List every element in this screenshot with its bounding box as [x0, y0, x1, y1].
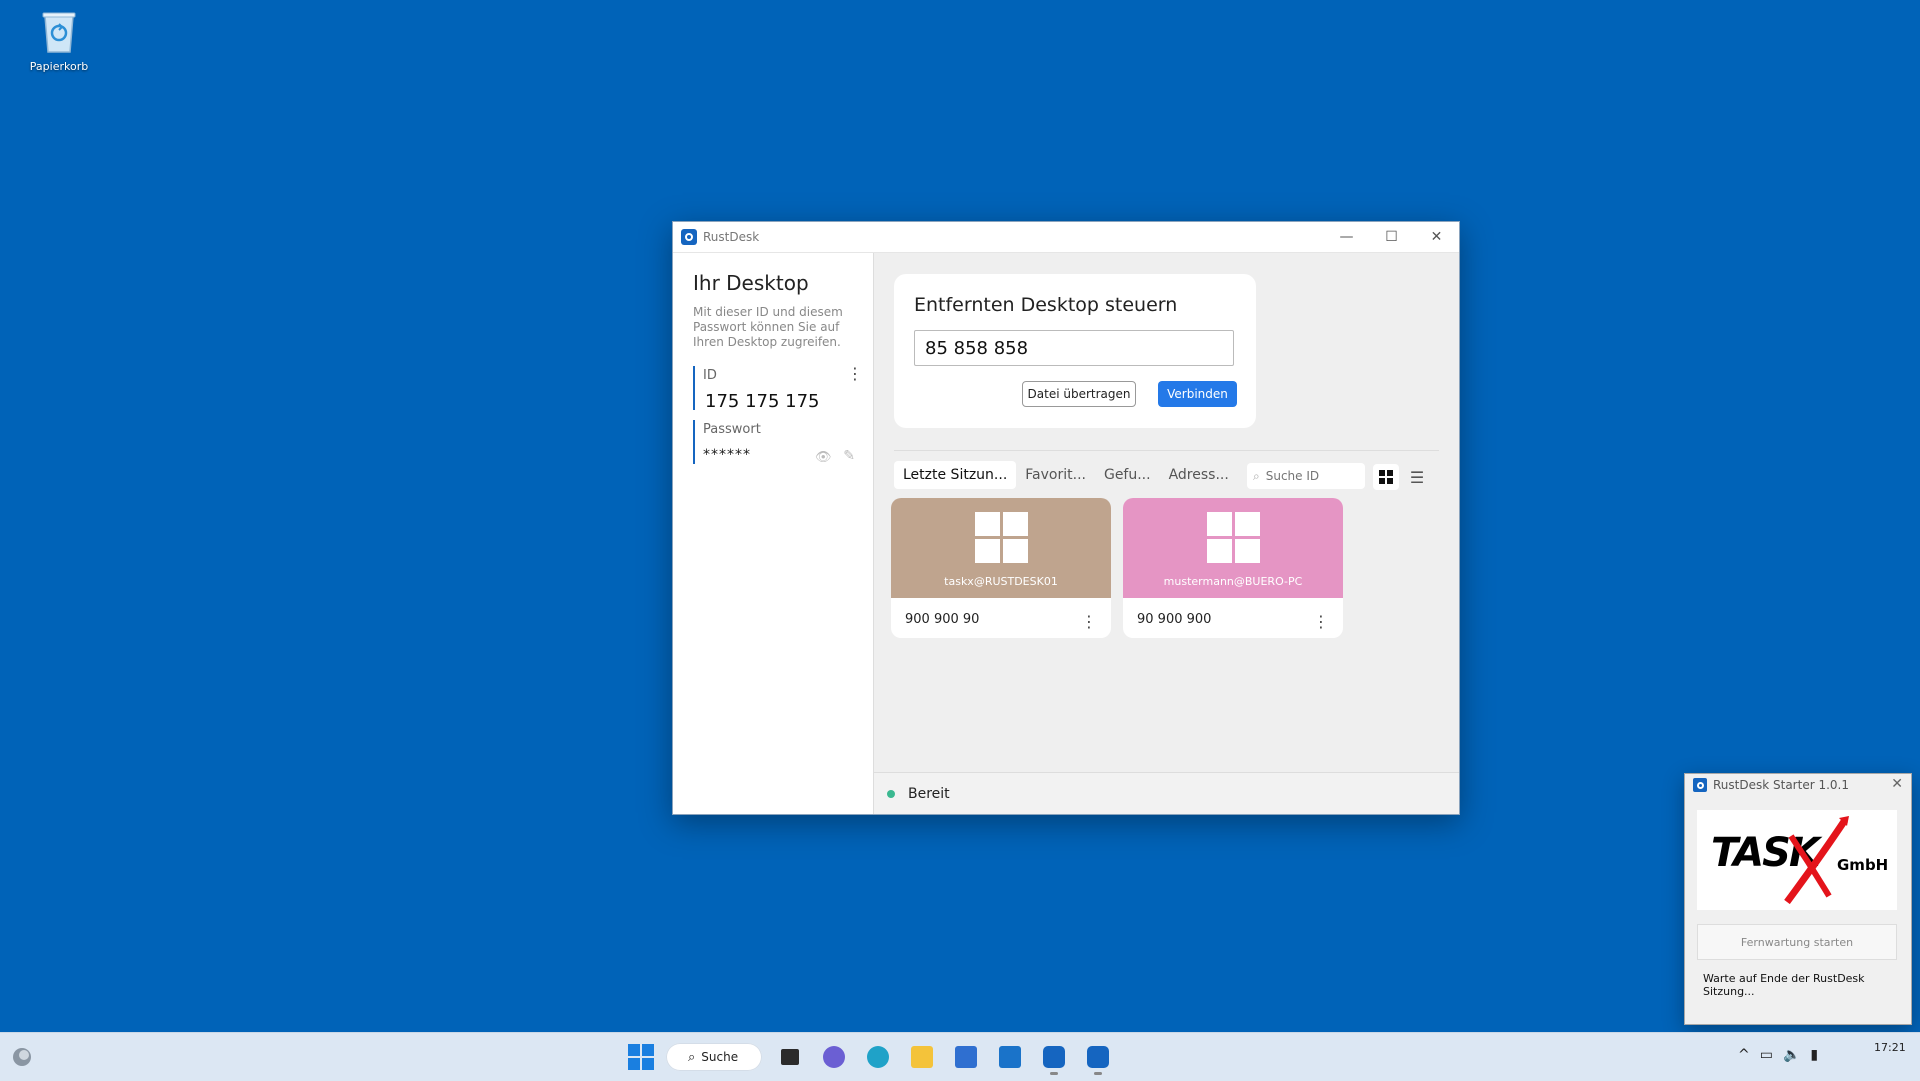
connect-card: Entfernten Desktop steuern Datei übertra…	[894, 274, 1256, 428]
taskbar-search[interactable]: ⌕ Suche	[666, 1043, 762, 1071]
window-title: RustDesk	[703, 230, 760, 244]
starter-close-button[interactable]: ✕	[1891, 776, 1903, 792]
peer-user: mustermann@BUERO-PC	[1163, 575, 1303, 588]
taskbar-center: ⌕ Suche	[628, 1041, 1114, 1075]
rustdesk-starter-taskbar-icon[interactable]	[1082, 1041, 1114, 1075]
file-transfer-button[interactable]: Datei übertragen	[1022, 381, 1136, 407]
connect-button[interactable]: Verbinden	[1158, 381, 1237, 407]
search-id-input[interactable]	[1263, 468, 1358, 484]
id-value[interactable]: 175 175 175	[705, 391, 855, 412]
status-indicator-icon	[887, 789, 895, 798]
peer-options-icon[interactable]: ⋮	[1081, 614, 1097, 630]
search-box[interactable]: ⌕	[1247, 463, 1365, 489]
peer-card[interactable]: mustermann@BUERO-PC 90 900 900 ⋮	[1123, 498, 1343, 638]
search-icon: ⌕	[1253, 468, 1260, 483]
taskbar-search-label: Suche	[701, 1050, 739, 1064]
start-remote-support-button[interactable]: Fernwartung starten	[1697, 924, 1897, 960]
password-value: ******	[703, 447, 751, 463]
search-icon: ⌕	[688, 1049, 696, 1065]
rustdesk-taskbar-icon[interactable]	[1038, 1041, 1070, 1075]
tab-address-book[interactable]: Adress...	[1160, 461, 1238, 489]
tab-recent-sessions[interactable]: Letzte Sitzun...	[894, 461, 1017, 489]
recycle-bin-shortcut[interactable]: Papierkorb	[22, 8, 96, 73]
task-view-icon[interactable]	[774, 1041, 806, 1073]
left-panel: Ihr Desktop Mit dieser ID und diesem Pas…	[673, 253, 874, 814]
system-tray: ^ ▭ 🔈 ▮	[1738, 1047, 1818, 1063]
id-options-icon[interactable]: ⋮	[847, 366, 863, 382]
taskbar: ⌕ Suche ^ ▭ 🔈 ▮ 17:21	[0, 1032, 1920, 1081]
tab-favorites[interactable]: Favorit...	[1016, 461, 1095, 489]
starter-window: RustDesk Starter 1.0.1 ✕ TASK GmbH Fernw…	[1684, 773, 1912, 1025]
id-label: ID	[703, 368, 717, 383]
battery-icon[interactable]: ▮	[1810, 1047, 1818, 1063]
edit-password-icon[interactable]: ✎	[843, 448, 855, 464]
tab-discovered[interactable]: Gefu...	[1095, 461, 1160, 489]
peer-card[interactable]: taskx@RUSTDESK01 900 900 90 ⋮	[891, 498, 1111, 638]
windows-logo-icon	[974, 512, 1028, 563]
right-panel: Entfernten Desktop steuern Datei übertra…	[874, 253, 1459, 814]
peer-thumbnail[interactable]: taskx@RUSTDESK01	[891, 498, 1111, 598]
teams-chat-icon[interactable]	[818, 1041, 850, 1073]
taskx-logo: TASK GmbH	[1697, 810, 1897, 910]
edge-browser-icon[interactable]	[862, 1041, 894, 1073]
your-desktop-description: Mit dieser ID und diesem Passwort können…	[693, 305, 843, 349]
id-field: ID 175 175 175 ⋮	[693, 366, 863, 412]
recycle-bin-icon	[42, 12, 76, 53]
rustdesk-app-icon	[1693, 778, 1707, 792]
start-button[interactable]	[628, 1044, 654, 1070]
status-bar: Bereit	[874, 772, 1459, 814]
peer-options-icon[interactable]: ⋮	[1313, 614, 1329, 630]
rustdesk-window: RustDesk — ☐ ✕ Ihr Desktop Mit dieser ID…	[672, 221, 1460, 815]
peer-user: taskx@RUSTDESK01	[944, 575, 1058, 588]
close-button[interactable]: ✕	[1414, 222, 1459, 252]
speaker-muted-icon[interactable]: 🔈	[1783, 1047, 1800, 1063]
clock[interactable]: 17:21	[1874, 1041, 1906, 1054]
grid-view-button[interactable]	[1373, 464, 1399, 490]
minimize-button[interactable]: —	[1324, 222, 1369, 252]
logo-suffix: GmbH	[1837, 856, 1889, 874]
password-field: Passwort ****** 👁 ✎	[693, 420, 855, 465]
starter-title: RustDesk Starter 1.0.1	[1713, 778, 1849, 792]
list-view-icon: ☰	[1409, 467, 1425, 487]
waiting-message: Warte auf Ende der RustDesk Sitzung...	[1703, 972, 1865, 998]
status-text: Bereit	[908, 785, 950, 802]
divider	[894, 450, 1439, 451]
title-bar[interactable]: RustDesk — ☐ ✕	[673, 222, 1459, 253]
chevron-up-icon[interactable]: ^	[1738, 1047, 1750, 1063]
network-icon[interactable]: ▭	[1760, 1047, 1773, 1063]
windows-logo-icon	[1206, 512, 1260, 563]
rustdesk-app-icon	[681, 229, 697, 245]
list-view-button[interactable]: ☰	[1404, 464, 1430, 490]
mail-icon[interactable]	[994, 1041, 1026, 1073]
file-explorer-icon[interactable]	[906, 1041, 938, 1073]
recycle-bin-label: Papierkorb	[29, 60, 89, 73]
your-desktop-heading: Ihr Desktop	[693, 271, 809, 295]
show-password-icon[interactable]: 👁	[815, 450, 832, 465]
maximize-button[interactable]: ☐	[1369, 222, 1414, 252]
remote-id-input[interactable]	[914, 330, 1234, 366]
peer-thumbnail[interactable]: mustermann@BUERO-PC	[1123, 498, 1343, 598]
microsoft-store-icon[interactable]	[950, 1041, 982, 1073]
password-label: Passwort	[703, 422, 761, 437]
connect-heading: Entfernten Desktop steuern	[914, 294, 1178, 316]
weather-widget-icon[interactable]	[10, 1045, 34, 1069]
grid-view-icon	[1379, 470, 1393, 484]
peer-tabs: Letzte Sitzun... Favorit... Gefu... Adre…	[894, 461, 1238, 489]
starter-title-bar[interactable]: RustDesk Starter 1.0.1	[1685, 774, 1911, 796]
